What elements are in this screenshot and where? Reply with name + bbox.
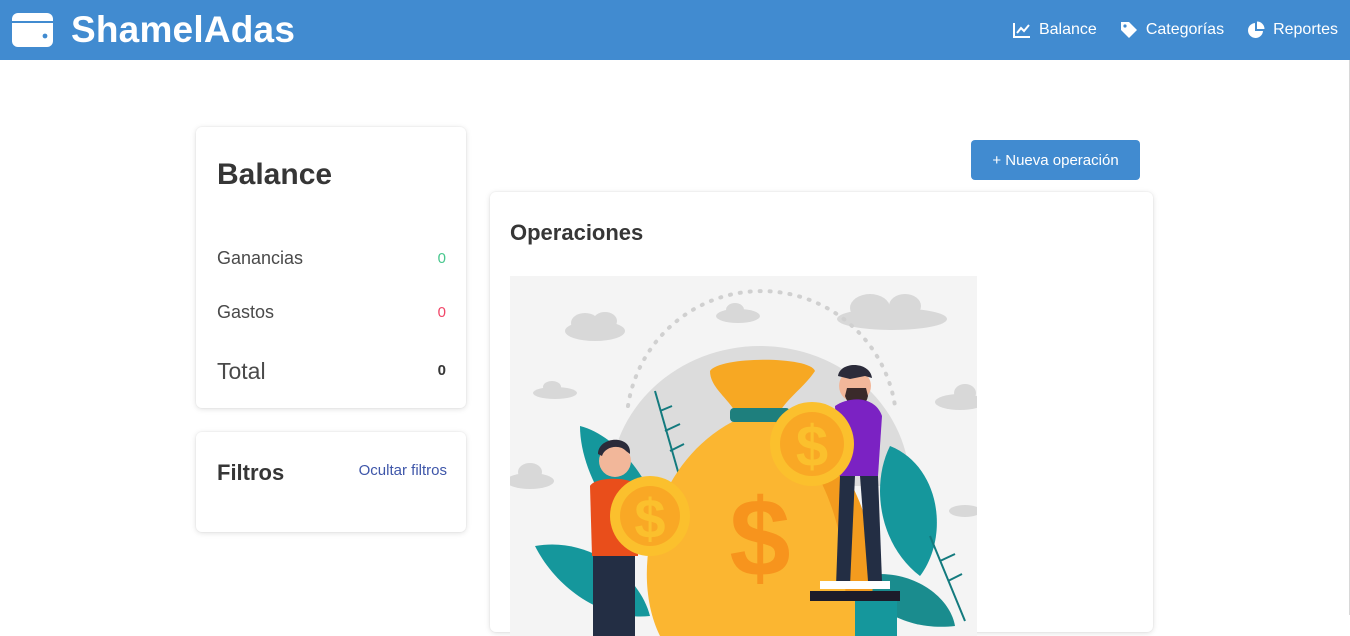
earnings-label: Ganancias bbox=[217, 248, 304, 268]
money-bag-illustration: $ $ $ bbox=[510, 276, 977, 636]
new-operation-button[interactable]: + Nueva operación bbox=[971, 140, 1140, 180]
nav-item-label: Categorías bbox=[1145, 21, 1225, 38]
earnings-value: 0 bbox=[437, 250, 446, 267]
brand-name: ShamelAdas bbox=[71, 9, 296, 50]
pie-chart-icon bbox=[1248, 21, 1265, 38]
balance-card: Balance Ganancias 0 Gastos 0 Total 0 bbox=[196, 127, 466, 408]
chart-line-icon bbox=[1012, 23, 1030, 38]
nav-item-reportes[interactable]: Reportes bbox=[1247, 21, 1338, 39]
nav-item-balance[interactable]: Balance bbox=[1012, 21, 1097, 39]
total-value: 0 bbox=[437, 362, 446, 379]
svg-text:$: $ bbox=[634, 487, 665, 550]
nav-item-categorias[interactable]: Categorías bbox=[1120, 21, 1224, 39]
total-label: Total bbox=[217, 358, 266, 384]
nav-item-label: Balance bbox=[1038, 21, 1097, 38]
tag-icon bbox=[1120, 22, 1137, 38]
nav-links: Balance Categorías Reportes bbox=[990, 0, 1338, 60]
expenses-label: Gastos bbox=[217, 302, 275, 322]
brand[interactable]: ShamelAdas bbox=[12, 9, 295, 51]
svg-text:$: $ bbox=[796, 414, 828, 479]
nav-item-label: Reportes bbox=[1273, 21, 1338, 38]
operations-card: Operaciones $ $ $ bbox=[490, 192, 1153, 636]
expenses-value: 0 bbox=[437, 304, 446, 321]
filters-title: Filtros bbox=[217, 460, 285, 485]
navbar: ShamelAdas Balance Categorías Reportes bbox=[0, 0, 1350, 60]
svg-text:$: $ bbox=[729, 477, 790, 600]
balance-title: Balance bbox=[217, 158, 333, 191]
hide-filters-link[interactable]: Ocultar filtros bbox=[359, 462, 447, 479]
filters-card: Filtros Ocultar filtros bbox=[196, 432, 466, 532]
operations-title: Operaciones bbox=[510, 220, 644, 245]
wallet-icon bbox=[12, 13, 53, 47]
